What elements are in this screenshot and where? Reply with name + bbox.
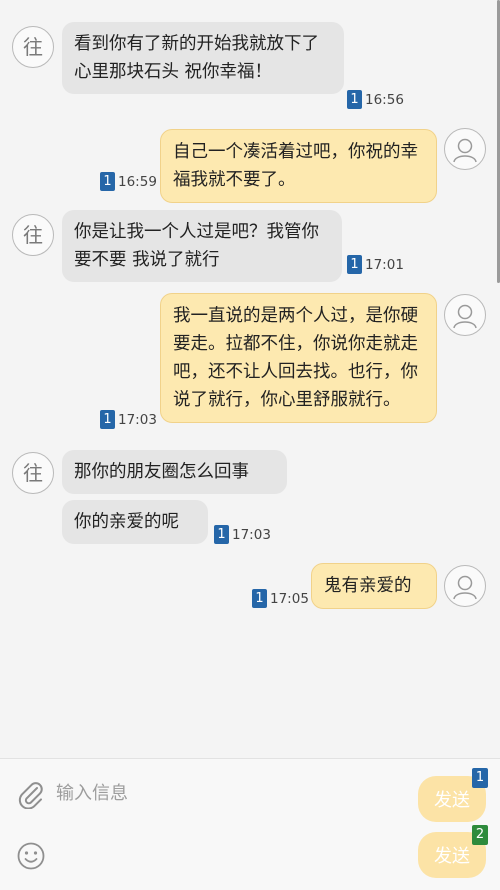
message-meta: 1 16:59 — [100, 172, 157, 191]
message-meta: 1 17:01 — [347, 255, 404, 274]
message-meta: 1 17:05 — [252, 589, 309, 608]
paperclip-icon[interactable] — [16, 779, 44, 809]
message-text: 自己一个凑活着过吧，你祝的幸福我就不要了。 — [173, 142, 418, 190]
my-avatar[interactable] — [444, 128, 486, 170]
sim-indicator: 1 — [214, 525, 229, 544]
contact-avatar[interactable]: 往 — [12, 214, 54, 256]
message-time: 17:03 — [118, 411, 157, 428]
message-meta: 1 16:56 — [347, 90, 404, 109]
sim-indicator: 1 — [100, 410, 115, 429]
message-text: 你的亲爱的呢 — [74, 512, 179, 532]
message-text: 看到你有了新的开始我就放下了心里那块石头 祝你幸福！ — [74, 34, 319, 82]
message-text: 我一直说的是两个人过，是你硬要走。拉都不住，你说你走就走吧，还不让人回去找。也行… — [173, 306, 418, 410]
user-avatar-icon — [453, 304, 477, 329]
message-text: 那你的朋友圈怎么回事 — [74, 462, 249, 482]
message-time: 17:05 — [270, 590, 309, 607]
contact-avatar[interactable]: 往 — [12, 452, 54, 494]
sim2-badge: 2 — [472, 825, 488, 845]
sim-indicator: 1 — [347, 255, 362, 274]
message-bubble-incoming[interactable]: 你是让我一个人过是吧？我管你要不要 我说了就行 — [62, 210, 342, 282]
message-bubble-outgoing[interactable]: 自己一个凑活着过吧，你祝的幸福我就不要了。 — [160, 129, 437, 203]
message-time: 17:01 — [365, 256, 404, 273]
user-avatar-icon — [453, 575, 477, 600]
user-avatar-icon — [453, 138, 477, 163]
smiley-icon[interactable] — [16, 841, 46, 871]
sim-indicator: 1 — [347, 90, 362, 109]
message-text: 鬼有亲爱的 — [324, 576, 412, 596]
sim-indicator: 1 — [100, 172, 115, 191]
message-bubble-outgoing[interactable]: 我一直说的是两个人过，是你硬要走。拉都不住，你说你走就走吧，还不让人回去找。也行… — [160, 293, 437, 423]
message-input[interactable]: 输入信息 — [56, 780, 396, 808]
send-label: 发送 — [434, 790, 470, 811]
contact-avatar-initial: 往 — [23, 461, 43, 485]
my-avatar[interactable] — [444, 565, 486, 607]
contact-avatar[interactable]: 往 — [12, 26, 54, 68]
message-time: 16:59 — [118, 173, 157, 190]
message-text: 你是让我一个人过是吧？我管你要不要 我说了就行 — [74, 222, 319, 270]
message-time: 16:56 — [365, 91, 404, 108]
contact-avatar-initial: 往 — [23, 223, 43, 247]
send-label: 发送 — [434, 846, 470, 867]
message-bubble-incoming[interactable]: 看到你有了新的开始我就放下了心里那块石头 祝你幸福！ — [62, 22, 344, 94]
sim-indicator: 1 — [252, 589, 267, 608]
message-meta: 1 17:03 — [214, 525, 271, 544]
sim1-badge: 1 — [472, 768, 488, 788]
message-time: 17:03 — [232, 526, 271, 543]
my-avatar[interactable] — [444, 294, 486, 336]
contact-avatar-initial: 往 — [23, 35, 43, 59]
message-meta: 1 17:03 — [100, 410, 157, 429]
message-bubble-outgoing[interactable]: 鬼有亲爱的 — [311, 563, 437, 609]
message-bubble-incoming[interactable]: 那你的朋友圈怎么回事 — [62, 450, 287, 494]
message-bubble-incoming[interactable]: 你的亲爱的呢 — [62, 500, 208, 544]
